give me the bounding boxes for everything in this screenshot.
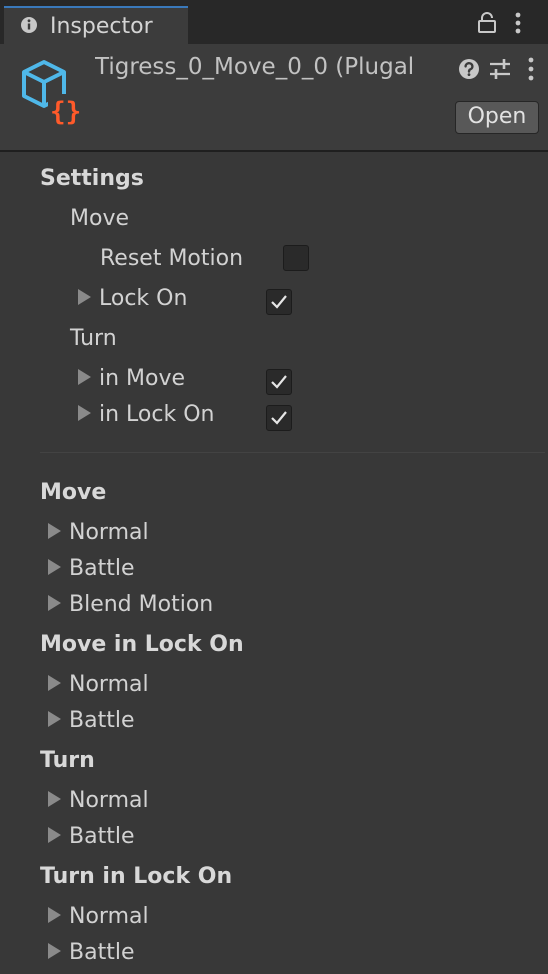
foldout-label: Normal (69, 904, 149, 929)
script-asset-icon: {} (20, 58, 82, 134)
inspector-body: Settings Move Reset Motion Lock On Turn … (0, 152, 548, 974)
reset-motion-label: Reset Motion (100, 246, 244, 271)
inspector-window: Inspector {} Tigress_0_Move_0_0 (Plugal … (0, 0, 548, 974)
tab-label: Inspector (50, 14, 153, 39)
lock-on-foldout[interactable]: Lock On (78, 282, 187, 316)
settings-turn-label: Turn (70, 326, 117, 351)
in-lock-on-checkbox[interactable] (266, 405, 292, 431)
foldout-arrow-icon (48, 907, 61, 923)
foldout-arrow-icon (48, 827, 61, 843)
turn-section-heading: Turn (40, 748, 95, 773)
foldout-label: Blend Motion (69, 592, 214, 617)
turn-normal-foldout[interactable]: Normal (48, 784, 149, 818)
foldout-label: Normal (69, 520, 149, 545)
move-section-heading: Move (40, 480, 107, 505)
foldout-arrow-icon (48, 711, 61, 727)
foldout-label: Battle (69, 708, 135, 733)
lock-icon[interactable] (477, 12, 497, 38)
checkmark-icon (271, 375, 287, 389)
svg-text:{}: {} (50, 97, 81, 127)
inspector-header: {} Tigress_0_Move_0_0 (Plugal Open (0, 44, 548, 152)
foldout-arrow-icon (78, 369, 91, 385)
tab-bar: Inspector (0, 0, 548, 44)
turn-lock-on-normal-foldout[interactable]: Normal (48, 900, 149, 934)
foldout-arrow-icon (48, 559, 61, 575)
turn-lock-on-battle-foldout[interactable]: Battle (48, 936, 134, 970)
in-lock-on-foldout[interactable]: in Lock On (78, 398, 214, 432)
foldout-label: Normal (69, 788, 149, 813)
foldout-arrow-icon (48, 595, 61, 611)
move-lock-on-normal-foldout[interactable]: Normal (48, 668, 149, 702)
tab-inspector[interactable]: Inspector (4, 6, 188, 44)
in-lock-on-label: in Lock On (99, 402, 215, 427)
foldout-label: Battle (69, 940, 135, 965)
foldout-label: Battle (69, 556, 135, 581)
foldout-arrow-icon (48, 791, 61, 807)
foldout-arrow-icon (48, 675, 61, 691)
component-menu-icon[interactable] (527, 57, 535, 85)
section-separator (40, 452, 545, 453)
move-lock-on-battle-foldout[interactable]: Battle (48, 704, 134, 738)
in-move-label: in Move (99, 366, 186, 391)
info-icon (20, 16, 38, 38)
foldout-arrow-icon (48, 943, 61, 959)
help-icon[interactable] (458, 58, 480, 84)
lock-on-label: Lock On (99, 286, 188, 311)
turn-battle-foldout[interactable]: Battle (48, 820, 134, 854)
foldout-arrow-icon (78, 289, 91, 305)
in-move-checkbox[interactable] (266, 369, 292, 395)
foldout-label: Normal (69, 672, 149, 697)
in-move-foldout[interactable]: in Move (78, 362, 185, 396)
move-in-lock-on-heading: Move in Lock On (40, 632, 244, 657)
open-button[interactable]: Open (455, 101, 539, 134)
foldout-arrow-icon (48, 523, 61, 539)
turn-in-lock-on-heading: Turn in Lock On (40, 864, 233, 889)
move-blend-motion-foldout[interactable]: Blend Motion (48, 588, 213, 622)
foldout-arrow-icon (78, 405, 91, 421)
settings-heading: Settings (40, 166, 144, 191)
presets-icon[interactable] (488, 57, 512, 85)
move-battle-foldout[interactable]: Battle (48, 552, 134, 586)
checkmark-icon (271, 411, 287, 425)
move-normal-foldout[interactable]: Normal (48, 516, 149, 550)
settings-move-label: Move (70, 206, 129, 231)
checkmark-icon (271, 295, 287, 309)
asset-title: Tigress_0_Move_0_0 (Plugal (95, 54, 415, 80)
reset-motion-checkbox[interactable] (283, 245, 309, 271)
more-options-icon[interactable] (514, 12, 522, 38)
lock-on-checkbox[interactable] (266, 289, 292, 315)
foldout-label: Battle (69, 824, 135, 849)
